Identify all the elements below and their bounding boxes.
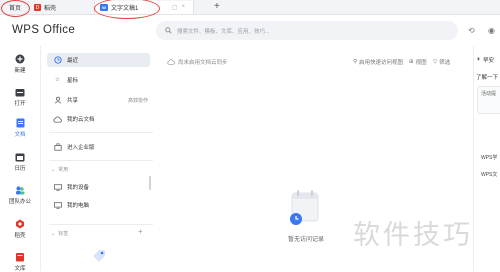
cloud-sync-tip[interactable]: 尚未启用文档云同步 bbox=[167, 58, 228, 66]
nav-divider bbox=[49, 160, 153, 161]
wps-learn-item[interactable]: WPS学 bbox=[481, 154, 497, 161]
clock-icon bbox=[53, 56, 62, 65]
rail-calendar[interactable]: 日历 bbox=[0, 152, 40, 172]
promo-card[interactable]: 活动提 bbox=[477, 86, 500, 114]
learn-more-text: 了解一下 bbox=[476, 75, 499, 81]
plus-circle-icon bbox=[15, 54, 25, 64]
empty-state-illustration bbox=[284, 187, 326, 231]
tab-bar: 首页 D 稻壳 W 文字文稿1 ▢ × + bbox=[0, 0, 500, 15]
rail-new-label: 新建 bbox=[14, 68, 26, 74]
grid-view-icon: ⊞ bbox=[409, 59, 414, 65]
document-icon bbox=[15, 118, 25, 128]
calendar-icon bbox=[15, 152, 25, 162]
greeting-label: 早安 bbox=[482, 58, 494, 64]
nav-item-recent[interactable]: 最近 bbox=[47, 53, 150, 67]
filter-label: 筛选 bbox=[439, 60, 451, 66]
empty-state-text: 暂无访问记录 bbox=[288, 237, 325, 243]
left-rail: 新建 打开 文档 日历 团队办公 稻壳 文库 bbox=[0, 46, 41, 272]
rail-library[interactable]: 文库 bbox=[0, 252, 40, 272]
add-tag-icon[interactable]: + bbox=[138, 227, 143, 236]
rail-team[interactable]: 团队办公 bbox=[0, 185, 40, 205]
nav-item-enterprise-label: 进入企业版 bbox=[67, 145, 95, 151]
quick-access-label: 启用快速访问视图 bbox=[359, 60, 404, 66]
rail-new[interactable]: 新建 bbox=[0, 54, 40, 74]
nav-divider bbox=[49, 224, 153, 225]
annotation-ellipse-document bbox=[94, 0, 160, 19]
daoke-icon: D bbox=[34, 4, 41, 11]
chevron-down-icon: ⌄ bbox=[51, 166, 56, 173]
nav-item-my-device-label: 我的设备 bbox=[67, 185, 90, 191]
rail-team-label: 团队办公 bbox=[8, 199, 31, 205]
folder-icon bbox=[15, 87, 25, 97]
tab-close-icon[interactable]: × bbox=[181, 4, 185, 11]
calendar-clock-icon bbox=[290, 190, 319, 225]
cloud-sync-tip-label: 尚未启用文档云同步 bbox=[178, 60, 228, 66]
new-tab-plus-icon[interactable]: + bbox=[214, 1, 220, 12]
user-icon[interactable]: ◉ bbox=[488, 26, 495, 35]
rail-daoke-label: 稻壳 bbox=[14, 233, 26, 239]
tab-controls: ▢ × bbox=[172, 4, 185, 11]
device-icon bbox=[53, 183, 62, 192]
nav-item-recent-label: 最近 bbox=[67, 58, 79, 64]
rail-calendar-label: 日历 bbox=[14, 166, 26, 172]
star-icon: ☆ bbox=[55, 77, 60, 83]
quick-access-icon: ⚲ bbox=[353, 59, 358, 65]
nav-item-share[interactable]: 共享 高效协作 bbox=[47, 93, 150, 107]
brand-logo: WPS Office bbox=[12, 24, 76, 36]
search-input[interactable]: 搜索文件、模板、文库、应用、技巧... bbox=[156, 21, 458, 40]
nav-panel: 最近 ☆ 星标 共享 高效协作 我的云文档 进入企业版 ⌄ 常用 我的设备 我的… bbox=[41, 46, 156, 271]
nav-item-my-device[interactable]: 我的设备 bbox=[47, 180, 150, 194]
filter-icon: ▽ bbox=[433, 59, 438, 65]
cloud-icon bbox=[167, 59, 175, 65]
nav-item-cloud-label: 我的云文档 bbox=[67, 117, 95, 123]
nav-item-my-computer[interactable]: 我的电脑 bbox=[47, 198, 150, 212]
library-icon bbox=[15, 252, 25, 262]
sync-icon[interactable]: ⟲ bbox=[468, 26, 475, 35]
view-label: 视图 bbox=[415, 60, 427, 66]
tags-empty-illustration bbox=[91, 248, 107, 266]
watermark-text: 软件技巧 bbox=[353, 220, 473, 251]
tab-daoke-label: 稻壳 bbox=[44, 6, 57, 12]
right-panel: ☀ 早安 了解一下 活动提 WPS学 WPS文 bbox=[473, 46, 500, 271]
section-common[interactable]: ⌄ 常用 bbox=[51, 166, 69, 174]
chevron-down-icon: ⌄ bbox=[51, 230, 56, 237]
nav-divider bbox=[49, 132, 153, 133]
promo-card-label: 活动提 bbox=[481, 91, 497, 97]
wps-doc-item[interactable]: WPS文 bbox=[481, 171, 497, 178]
nav-item-star[interactable]: ☆ 星标 bbox=[47, 73, 150, 87]
sun-icon: ☀ bbox=[476, 57, 481, 63]
team-icon bbox=[15, 185, 25, 195]
share-collab-link[interactable]: 高效协作 bbox=[128, 97, 148, 104]
rail-daoke[interactable]: 稻壳 bbox=[0, 219, 40, 239]
nav-item-my-computer-label: 我的电脑 bbox=[67, 203, 90, 209]
nav-item-share-label: 共享 bbox=[67, 98, 79, 104]
quick-access-toggle[interactable]: ⚲ 启用快速访问视图 bbox=[353, 58, 403, 66]
nav-item-cloud[interactable]: 我的云文档 bbox=[47, 112, 150, 126]
section-tags-label: 标签 bbox=[58, 231, 69, 237]
tab-screen-icon[interactable]: ▢ bbox=[172, 4, 178, 11]
rail-documents[interactable]: 文档 bbox=[0, 118, 40, 138]
nav-item-star-label: 星标 bbox=[67, 78, 79, 84]
nav-item-enterprise[interactable]: 进入企业版 bbox=[47, 140, 150, 154]
section-common-label: 常用 bbox=[58, 167, 69, 173]
cloud-icon bbox=[53, 115, 62, 124]
greeting: ☀ 早安 bbox=[476, 56, 494, 64]
search-placeholder: 搜索文件、模板、文库、应用、技巧... bbox=[177, 28, 270, 35]
view-button[interactable]: ⊞ 视图 bbox=[409, 58, 427, 66]
rail-open[interactable]: 打开 bbox=[0, 87, 40, 107]
daoke-icon bbox=[15, 219, 25, 229]
filter-button[interactable]: ▽ 筛选 bbox=[433, 58, 450, 66]
annotation-ellipse-home bbox=[1, 0, 30, 17]
search-icon bbox=[165, 27, 172, 34]
computer-icon bbox=[53, 201, 62, 210]
tab-daoke[interactable]: D 稻壳 bbox=[28, 1, 88, 14]
enterprise-icon bbox=[53, 143, 62, 152]
section-tags[interactable]: ⌄ 标签 bbox=[51, 230, 69, 238]
share-icon bbox=[53, 96, 62, 105]
rail-open-label: 打开 bbox=[14, 101, 26, 107]
rail-documents-label: 文档 bbox=[14, 132, 26, 138]
